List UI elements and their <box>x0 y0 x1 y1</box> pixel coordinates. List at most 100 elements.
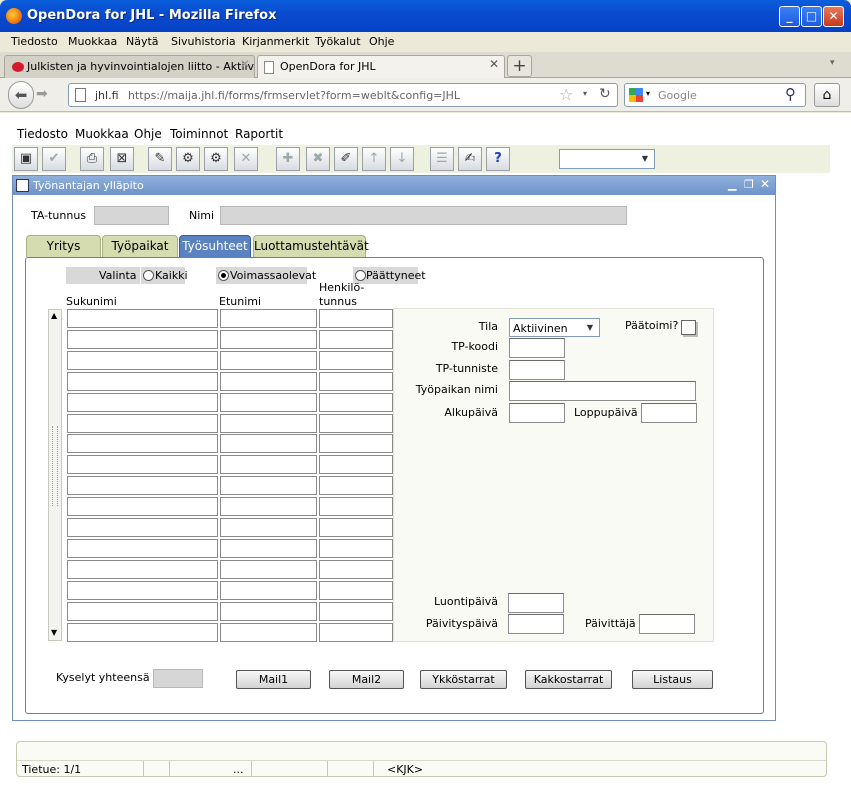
etunimi-cell[interactable] <box>220 309 317 328</box>
search-placeholder[interactable]: Google <box>658 89 697 102</box>
sukunimi-cell[interactable] <box>67 476 218 496</box>
etunimi-cell[interactable] <box>220 580 317 600</box>
form-minimize-icon[interactable]: ▁ <box>728 178 736 191</box>
radio-kaikki-circle[interactable] <box>143 270 154 281</box>
etunimi-cell[interactable] <box>220 434 317 454</box>
clear-record-icon[interactable]: ✐ <box>334 147 358 171</box>
henkilotunnus-cell[interactable] <box>319 392 393 412</box>
maximize-button[interactable]: □ <box>801 6 822 27</box>
mail2-button[interactable]: Mail2 <box>329 670 404 689</box>
ta-tunnus-field[interactable] <box>94 206 169 225</box>
henkilotunnus-cell[interactable] <box>319 497 393 517</box>
henkilotunnus-cell[interactable] <box>319 371 393 391</box>
cancel-query-icon[interactable]: ✕ <box>234 147 258 171</box>
count-query-icon[interactable]: ⚙ <box>204 147 228 171</box>
sukunimi-cell[interactable] <box>67 518 218 537</box>
tab-opendora[interactable]: OpenDora for JHL <box>257 55 505 79</box>
nimi-field[interactable] <box>220 206 627 225</box>
etunimi-cell[interactable] <box>220 559 317 579</box>
sukunimi-cell[interactable] <box>67 455 218 475</box>
radio-paattyneet-circle[interactable] <box>355 270 366 281</box>
edit-field-icon[interactable]: ✍ <box>458 147 482 171</box>
henkilotunnus-cell[interactable] <box>319 455 393 475</box>
etunimi-cell[interactable] <box>220 518 317 537</box>
sukunimi-cell[interactable] <box>67 309 218 328</box>
reload-icon[interactable]: ↻ <box>599 86 611 102</box>
list-values-icon[interactable]: ☰ <box>430 147 454 171</box>
etunimi-cell[interactable] <box>220 455 317 475</box>
luontipaiva-field[interactable] <box>508 593 564 613</box>
tab-tyopaikat[interactable]: Työpaikat <box>102 235 178 257</box>
etunimi-cell[interactable] <box>220 350 317 370</box>
form-restore-icon[interactable]: ❐ <box>744 178 754 191</box>
sukunimi-cell[interactable] <box>67 392 218 412</box>
etunimi-cell[interactable] <box>220 371 317 391</box>
tila-select[interactable]: Aktiivinen ▼ <box>509 318 600 337</box>
etunimi-cell[interactable] <box>220 392 317 412</box>
sukunimi-cell[interactable] <box>67 413 218 433</box>
henkilotunnus-cell[interactable] <box>319 601 393 621</box>
sukunimi-cell[interactable] <box>67 434 218 454</box>
new-tab-button[interactable]: + <box>507 55 532 77</box>
search-bar[interactable]: ▾ Google ⚲ <box>624 83 806 107</box>
execute-query-icon[interactable]: ⚙ <box>176 147 200 171</box>
forward-button[interactable]: ➡ <box>36 86 48 102</box>
henkilotunnus-cell[interactable] <box>319 329 393 349</box>
url-bar[interactable]: jhl.fi https://maija.jhl.fi/forms/frmser… <box>68 83 618 107</box>
back-button[interactable]: ⬅ <box>8 81 34 109</box>
henkilotunnus-cell[interactable] <box>319 350 393 370</box>
next-record-icon[interactable]: ↓ <box>390 147 414 171</box>
sukunimi-cell[interactable] <box>67 601 218 621</box>
delete-record-icon[interactable]: ✖ <box>306 147 330 171</box>
tab-list-chevron-icon[interactable]: ▾ <box>830 58 835 68</box>
tp-tunniste-field[interactable] <box>509 360 565 380</box>
previous-record-icon[interactable]: ↑ <box>362 147 386 171</box>
sukunimi-cell[interactable] <box>67 622 218 642</box>
google-engine-icon[interactable] <box>629 88 643 102</box>
henkilotunnus-cell[interactable] <box>319 309 393 328</box>
henkilotunnus-cell[interactable] <box>319 580 393 600</box>
paivityspaiva-field[interactable] <box>508 614 564 634</box>
sukunimi-cell[interactable] <box>67 371 218 391</box>
menu-tyokalut[interactable]: Työkalut <box>315 35 361 48</box>
scroll-thumb[interactable] <box>52 426 58 506</box>
etunimi-cell[interactable] <box>220 538 317 558</box>
tab-yritys[interactable]: Yritys <box>26 235 101 257</box>
listaus-button[interactable]: Listaus <box>632 670 713 689</box>
menu-nayta[interactable]: Näytä <box>126 35 159 48</box>
paatoimi-checkbox[interactable] <box>681 320 696 335</box>
radio-voimassaolevat[interactable]: Voimassaolevat <box>216 267 316 284</box>
henkilotunnus-cell[interactable] <box>319 434 393 454</box>
tab-tyosuhteet[interactable]: Työsuhteet <box>179 235 251 258</box>
search-magnifier-icon[interactable]: ⚲ <box>785 85 796 103</box>
url-dropdown-icon[interactable]: ▾ <box>583 89 587 98</box>
ykkostarrat-button[interactable]: Ykköstarrat <box>420 670 507 689</box>
forms-menu-toiminnot[interactable]: Toiminnot <box>170 127 228 141</box>
form-close-icon[interactable]: ✕ <box>760 177 770 191</box>
etunimi-cell[interactable] <box>220 329 317 349</box>
etunimi-cell[interactable] <box>220 413 317 433</box>
scroll-down-icon[interactable]: ▼ <box>51 628 57 637</box>
henkilotunnus-cell[interactable] <box>319 559 393 579</box>
forms-menu-muokkaa[interactable]: Muokkaa <box>75 127 129 141</box>
print-icon[interactable]: ⎙ <box>80 147 104 171</box>
menu-muokkaa[interactable]: Muokkaa <box>68 35 117 48</box>
tyopaikan-nimi-field[interactable] <box>509 381 696 401</box>
records-scrollbar[interactable]: ▲ ▼ <box>48 309 62 641</box>
sukunimi-cell[interactable] <box>67 497 218 517</box>
mail1-button[interactable]: Mail1 <box>236 670 311 689</box>
tab-luottamustehtavat[interactable]: Luottamustehtävät <box>253 235 369 257</box>
etunimi-cell[interactable] <box>220 601 317 621</box>
henkilotunnus-cell[interactable] <box>319 622 393 642</box>
henkilotunnus-cell[interactable] <box>319 538 393 558</box>
engine-dropdown-icon[interactable]: ▾ <box>646 89 650 98</box>
enter-query-icon[interactable]: ✎ <box>148 147 172 171</box>
henkilotunnus-cell[interactable] <box>319 413 393 433</box>
url-text[interactable]: https://maija.jhl.fi/forms/frmservlet?fo… <box>128 89 460 102</box>
insert-record-icon[interactable]: ✚ <box>276 147 300 171</box>
home-button[interactable]: ⌂ <box>814 83 840 107</box>
sukunimi-cell[interactable] <box>67 350 218 370</box>
menu-kirjanmerkit[interactable]: Kirjanmerkit <box>242 35 309 48</box>
minimize-button[interactable]: _ <box>779 6 800 27</box>
tab-close-icon[interactable]: ✕ <box>240 57 250 71</box>
